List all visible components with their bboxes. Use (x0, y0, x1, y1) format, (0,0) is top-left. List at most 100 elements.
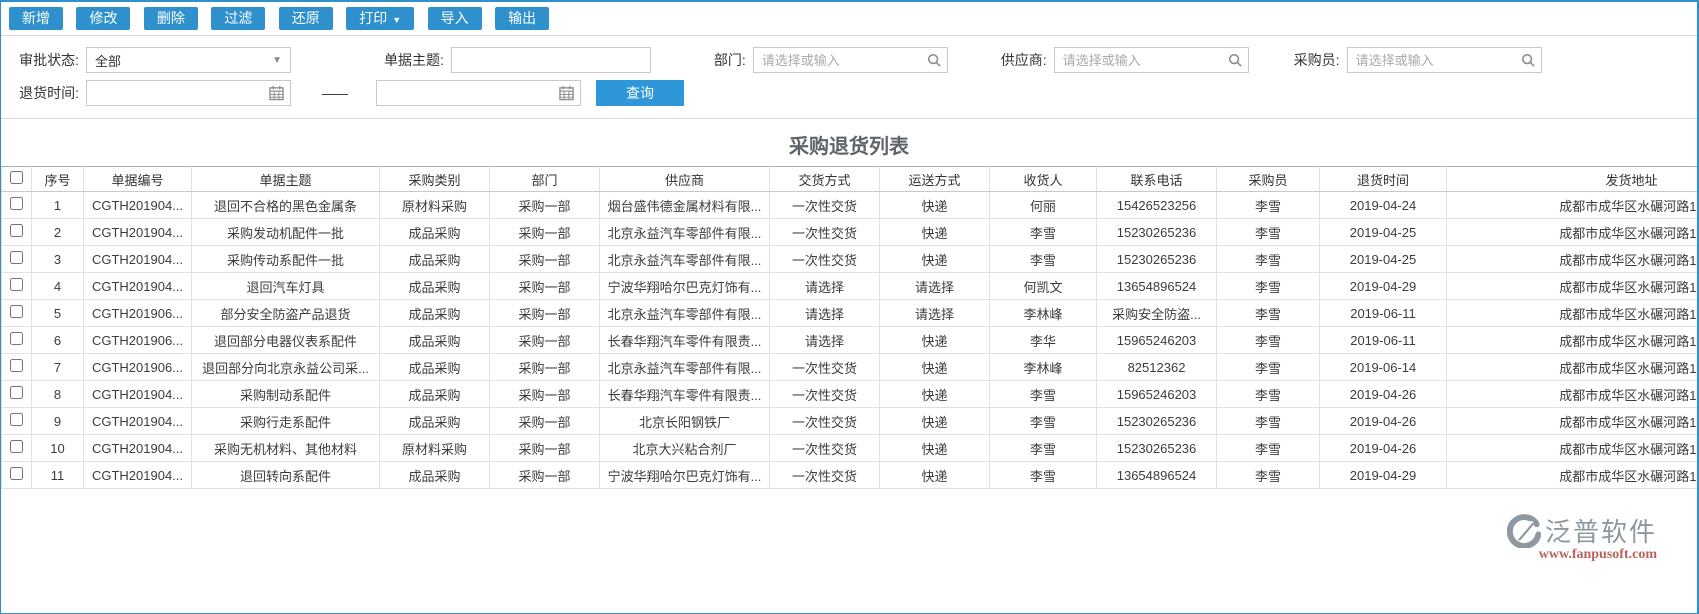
department-input[interactable] (752, 47, 948, 73)
return-time-to-input[interactable] (376, 80, 581, 106)
doc-subject-input[interactable] (450, 47, 651, 73)
row-checkbox[interactable] (10, 251, 23, 264)
table-cell: 快递 (879, 407, 990, 435)
table-cell-link[interactable]: 宁波华翔哈尔巴克灯饰有... (599, 461, 770, 489)
table-cell-link[interactable]: 李雪 (1216, 218, 1320, 246)
table-row: 9 CGTH201904... 采购行走系配件 成品采购 采购一部 北京长阳钢铁厂 一次性交… (1, 407, 1697, 435)
calendar-icon[interactable] (559, 85, 574, 101)
table-cell-link[interactable]: 烟台盛伟德金属材料有限... (599, 191, 770, 219)
row-checkbox[interactable] (10, 440, 23, 453)
calendar-icon[interactable] (269, 85, 284, 101)
table-cell: 一次性交货 (769, 245, 880, 273)
table-cell: 成都市成华区水碾河路10 (1446, 326, 1697, 354)
table-cell-link[interactable]: 退回不合格的黑色金属条 (191, 191, 380, 219)
row-checkbox[interactable] (10, 467, 23, 480)
table-cell-link[interactable]: CGTH201904... (83, 191, 192, 219)
table-cell-link[interactable]: CGTH201906... (83, 326, 192, 354)
table-cell-link[interactable]: CGTH201904... (83, 245, 192, 273)
purchase-return-table-wrap: 序号 单据编号 单据主题 采购类别 部门 供应商 交货方式 运送方式 收货人 联系电话 采购员 退货时… (1, 166, 1697, 489)
table-cell-link[interactable]: 采购行走系配件 (191, 407, 380, 435)
row-checkbox[interactable] (10, 359, 23, 372)
table-cell: 成都市成华区水碾河路10 (1446, 461, 1697, 489)
export-button[interactable]: 输出 (495, 7, 550, 30)
search-icon[interactable] (927, 53, 941, 67)
row-select-cell (1, 299, 32, 327)
row-select-cell (1, 380, 32, 408)
table-cell-link[interactable]: 李雪 (1216, 245, 1320, 273)
table-cell-link[interactable]: 退回部分电器仪表系配件 (191, 326, 380, 354)
table-cell: 采购一部 (489, 191, 600, 219)
delete-button[interactable]: 删除 (143, 7, 198, 30)
table-cell-link[interactable]: 李雪 (1216, 380, 1320, 408)
select-all-checkbox[interactable] (10, 171, 23, 184)
table-cell-link[interactable]: 李雪 (1216, 191, 1320, 219)
table-cell-link[interactable]: 李雪 (1216, 461, 1320, 489)
table-cell-link[interactable]: 退回部分向北京永益公司采... (191, 353, 380, 381)
table-cell: 一次性交货 (769, 380, 880, 408)
table-cell-link[interactable]: 李雪 (1216, 353, 1320, 381)
table-cell-link[interactable]: CGTH201904... (83, 434, 192, 462)
return-time-from-input[interactable] (86, 80, 291, 106)
search-button[interactable]: 查询 (596, 80, 684, 106)
table-cell-link[interactable]: 长春华翔汽车零件有限责... (599, 326, 770, 354)
table-cell-link[interactable]: 部分安全防盗产品退货 (191, 299, 380, 327)
table-cell-link[interactable]: 采购传动系配件一批 (191, 245, 380, 273)
approval-status-select[interactable]: 全部 ▼ (86, 47, 291, 73)
row-checkbox[interactable] (10, 386, 23, 399)
search-icon[interactable] (1228, 53, 1242, 67)
add-button[interactable]: 新增 (9, 7, 63, 30)
table-cell-link[interactable]: CGTH201904... (83, 380, 192, 408)
table-cell-link[interactable]: 北京长阳钢铁厂 (599, 407, 770, 435)
row-checkbox[interactable] (10, 413, 23, 426)
import-button[interactable]: 导入 (427, 7, 482, 30)
table-cell-link[interactable]: CGTH201904... (83, 461, 192, 489)
purchaser-input[interactable] (1346, 47, 1542, 73)
table-cell-link[interactable]: CGTH201904... (83, 272, 192, 300)
column-header: 运送方式 (879, 166, 990, 192)
table-cell-link[interactable]: 退回转向系配件 (191, 461, 380, 489)
table-cell-link[interactable]: 长春华翔汽车零件有限责... (599, 380, 770, 408)
table-cell-link[interactable]: 宁波华翔哈尔巴克灯饰有... (599, 272, 770, 300)
table-cell: 原材料采购 (379, 434, 490, 462)
table-cell: 成品采购 (379, 272, 490, 300)
filter-button[interactable]: 过滤 (211, 7, 266, 30)
modify-button[interactable]: 修改 (76, 7, 131, 30)
table-cell: 李雪 (989, 380, 1097, 408)
table-cell: 采购一部 (489, 380, 600, 408)
table-cell-link[interactable]: 北京永益汽车零部件有限... (599, 218, 770, 246)
table-cell-link[interactable]: 李雪 (1216, 407, 1320, 435)
table-cell: 成品采购 (379, 461, 490, 489)
table-cell-link[interactable]: 李雪 (1216, 272, 1320, 300)
table-cell-link[interactable]: 李雪 (1216, 326, 1320, 354)
table-cell-link[interactable]: 李雪 (1216, 434, 1320, 462)
print-button[interactable]: 打印 ▼ (346, 7, 415, 30)
supplier-input[interactable] (1053, 47, 1249, 73)
table-cell-link[interactable]: 北京大兴粘合剂厂 (599, 434, 770, 462)
watermark-brand-name: 泛普软件 (1544, 517, 1657, 547)
table-cell-link[interactable]: 李雪 (1216, 299, 1320, 327)
row-checkbox[interactable] (10, 305, 23, 318)
table-cell-link[interactable]: 退回汽车灯具 (191, 272, 380, 300)
table-cell-link[interactable]: 北京永益汽车零部件有限... (599, 299, 770, 327)
search-icon[interactable] (1521, 53, 1535, 67)
print-button-label: 打印 (359, 10, 388, 26)
table-cell: 请选择 (769, 272, 880, 300)
column-header: 退货时间 (1319, 166, 1447, 192)
row-checkbox[interactable] (10, 278, 23, 291)
table-cell: 一次性交货 (769, 407, 880, 435)
table-cell-link[interactable]: 采购无机材料、其他材料 (191, 434, 380, 462)
table-cell-link[interactable]: CGTH201904... (83, 407, 192, 435)
table-cell-link[interactable]: CGTH201904... (83, 218, 192, 246)
table-cell-link[interactable]: 采购发动机配件一批 (191, 218, 380, 246)
row-checkbox[interactable] (10, 224, 23, 237)
filter-panel: 审批状态: 全部 ▼ 单据主题: 部门: 供应商: 采购员: 退货时间: —— (1, 35, 1697, 119)
table-cell-link[interactable]: 采购制动系配件 (191, 380, 380, 408)
table-cell-link[interactable]: CGTH201906... (83, 353, 192, 381)
table-cell-link[interactable]: 北京永益汽车零部件有限... (599, 353, 770, 381)
row-checkbox[interactable] (10, 332, 23, 345)
row-checkbox[interactable] (10, 197, 23, 210)
select-all-header-cell (1, 166, 32, 192)
table-cell-link[interactable]: 北京永益汽车零部件有限... (599, 245, 770, 273)
restore-button[interactable]: 还原 (278, 7, 333, 30)
table-cell-link[interactable]: CGTH201906... (83, 299, 192, 327)
